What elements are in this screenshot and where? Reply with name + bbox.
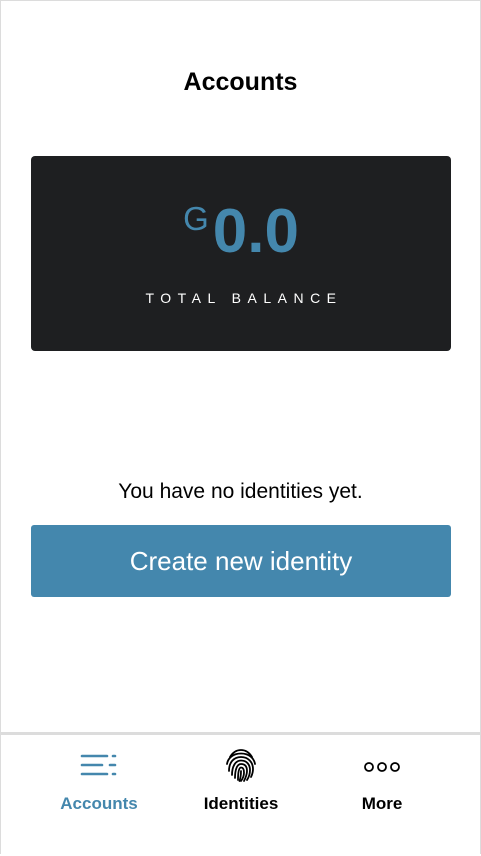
- currency-symbol: G: [183, 200, 209, 237]
- balance-amount: G0.0: [31, 198, 451, 266]
- bottom-navigation: Accounts Identities More: [1, 732, 480, 856]
- nav-item-accounts[interactable]: Accounts: [29, 747, 169, 817]
- balance-value: 0.0: [212, 197, 299, 266]
- create-identity-button[interactable]: Create new identity: [31, 525, 451, 597]
- fingerprint-icon: [226, 749, 256, 782]
- list-icon: [80, 754, 117, 776]
- accounts-screen: Accounts G0.0 TOTAL BALANCE You have no …: [0, 0, 481, 856]
- page-title: Accounts: [183, 68, 298, 96]
- balance-card: G0.0 TOTAL BALANCE: [31, 156, 451, 351]
- total-balance-label: TOTAL BALANCE: [145, 290, 343, 306]
- no-identities-message: You have no identities yet.: [118, 480, 363, 503]
- nav-label-accounts: Accounts: [60, 794, 138, 813]
- more-dots-icon: [364, 762, 400, 772]
- nav-item-more[interactable]: More: [312, 747, 452, 817]
- nav-label-more: More: [361, 794, 403, 813]
- nav-item-identities[interactable]: Identities: [171, 747, 311, 817]
- nav-label-identities: Identities: [203, 794, 279, 813]
